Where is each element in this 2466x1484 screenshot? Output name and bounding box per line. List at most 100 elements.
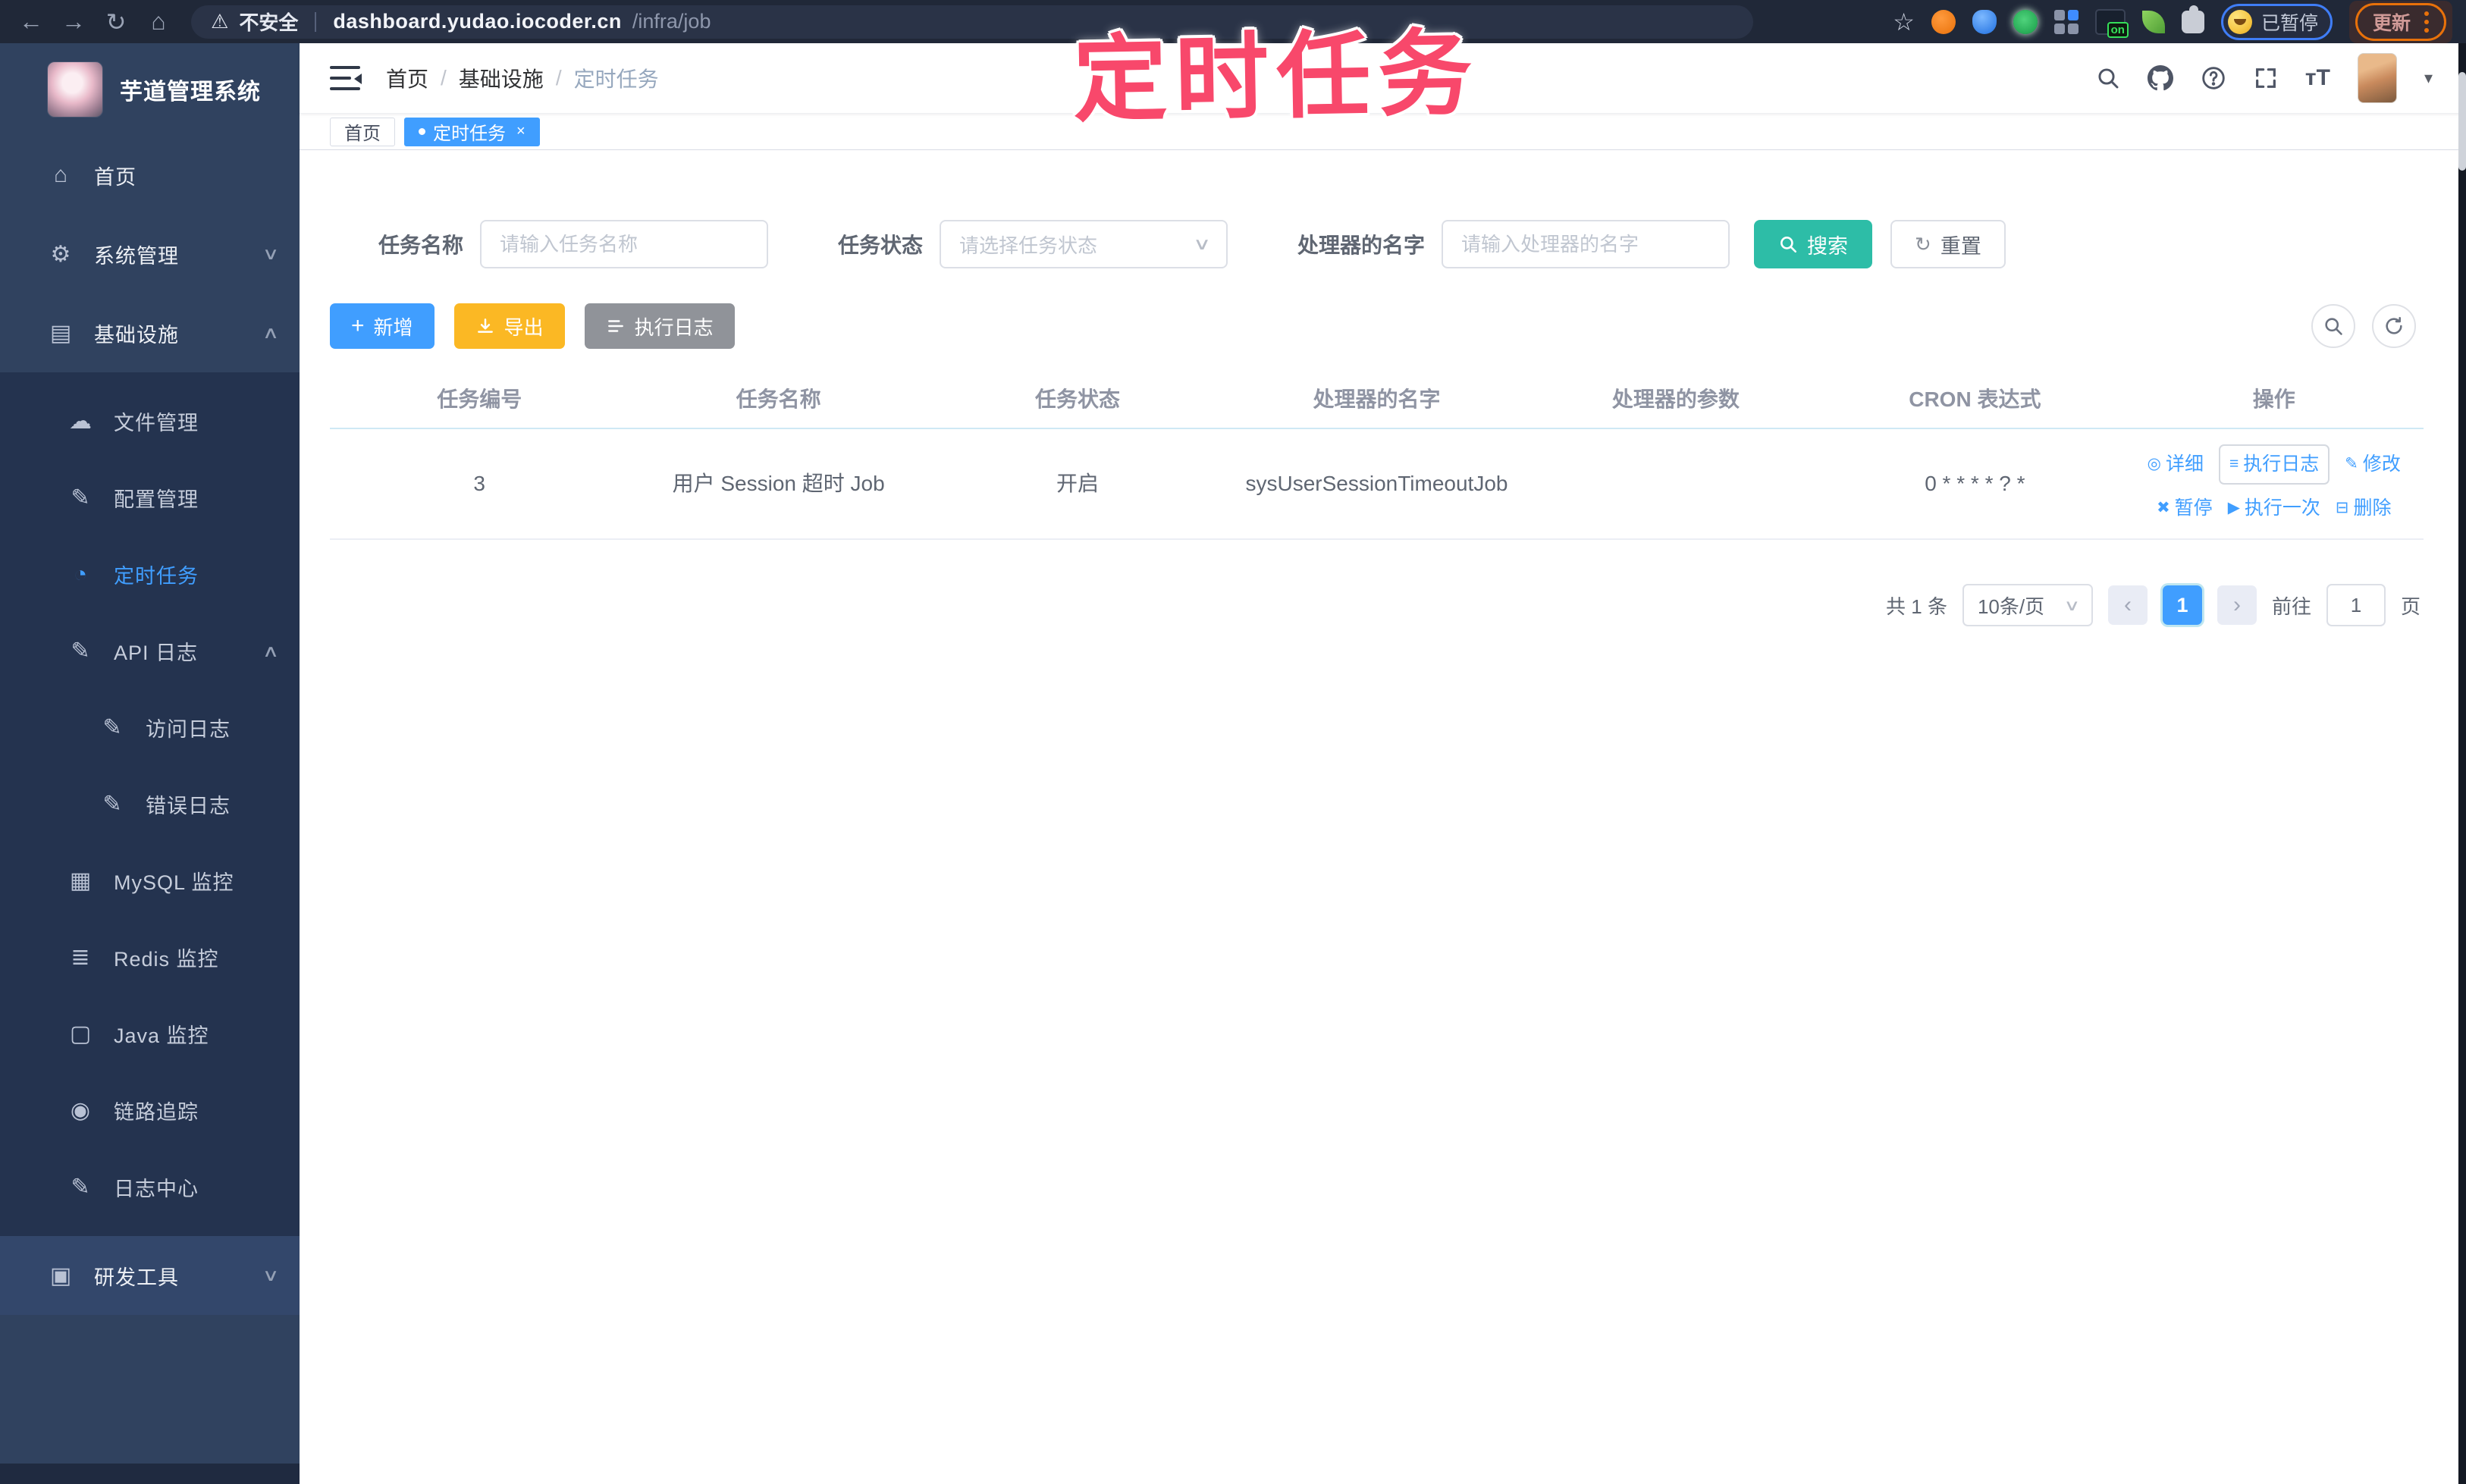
- search-button[interactable]: 搜索: [1754, 220, 1873, 268]
- column-header: 操作: [2252, 387, 2295, 411]
- sidebar-item-file-management[interactable]: ☁ 文件管理: [0, 383, 300, 460]
- prev-page-button[interactable]: ‹: [2107, 585, 2148, 625]
- fullscreen-icon[interactable]: [2254, 66, 2278, 90]
- github-icon[interactable]: [2147, 65, 2173, 91]
- bookmark-star-icon[interactable]: ☆: [1893, 8, 1915, 36]
- sidebar-item-config-management[interactable]: ✎ 配置管理: [0, 460, 300, 536]
- sidebar-item-label: 日志中心: [114, 1178, 199, 1200]
- browser-home-icon[interactable]: ⌂: [141, 5, 176, 39]
- page-size-select[interactable]: 10条/页 ∨: [1962, 584, 2093, 626]
- extension-blue-icon[interactable]: [1972, 9, 1997, 34]
- current-page-button[interactable]: 1: [2162, 585, 2202, 625]
- x-icon: ✖: [2157, 499, 2170, 517]
- breadcrumb-separator: /: [441, 66, 447, 89]
- pause-link[interactable]: ✖ 暂停: [2157, 494, 2213, 523]
- tag-scheduled-tasks[interactable]: 定时任务 ×: [404, 117, 540, 146]
- extension-leaf-icon[interactable]: [2141, 10, 2165, 33]
- sidebar-item-error-logs[interactable]: ✎ 错误日志: [0, 766, 300, 842]
- help-icon[interactable]: [2201, 65, 2226, 91]
- pagination-total: 共 1 条: [1886, 595, 1947, 618]
- plus-icon: +: [351, 313, 365, 338]
- task-name-input[interactable]: [480, 220, 769, 268]
- cell-handler-name: sysUserSessionTimeoutJob: [1245, 472, 1508, 496]
- security-label[interactable]: 不安全: [239, 8, 298, 36]
- task-name-label: 任务名称: [378, 234, 464, 257]
- profile-paused-chip[interactable]: 已暂停: [2220, 3, 2333, 40]
- sidebar-item-mysql-monitor[interactable]: ▦ MySQL 监控: [0, 842, 300, 919]
- window-scrollbar[interactable]: [2458, 43, 2466, 1484]
- user-avatar[interactable]: [2357, 53, 2397, 103]
- task-status-select[interactable]: 请选择任务状态 ∨: [940, 220, 1228, 268]
- sidebar-item-scheduled-tasks[interactable]: ◔ 定时任务: [0, 536, 300, 613]
- exec-log-button-label: 执行日志: [634, 315, 714, 339]
- sidebar-logo[interactable]: 芋道管理系统: [0, 43, 300, 136]
- browser-forward-icon[interactable]: →: [56, 5, 91, 39]
- browser-menu-kebab-icon[interactable]: [2424, 11, 2429, 33]
- sidebar-collapse-bar[interactable]: [0, 1464, 300, 1484]
- font-size-icon[interactable]: тT: [2305, 65, 2330, 91]
- detail-link[interactable]: ◎ 详细: [2148, 450, 2204, 479]
- search-icon[interactable]: [2096, 66, 2120, 90]
- run-once-link[interactable]: ▶ 执行一次: [2228, 494, 2320, 523]
- reset-button[interactable]: ↻ 重置: [1890, 220, 2006, 268]
- security-warning-icon[interactable]: ⚠: [211, 10, 228, 33]
- row-exec-log-link[interactable]: ≡ 执行日志: [2218, 444, 2330, 485]
- chevron-up-icon: ∧: [262, 641, 280, 660]
- tag-home[interactable]: 首页: [330, 117, 395, 146]
- extension-grid-icon[interactable]: [2053, 9, 2079, 34]
- gear-icon: ⚙: [50, 241, 71, 267]
- toggle-search-button[interactable]: [2311, 304, 2355, 348]
- breadcrumb-home[interactable]: 首页: [386, 63, 428, 93]
- update-label: 更新: [2372, 12, 2411, 34]
- extension-orange-icon[interactable]: [1931, 9, 1956, 34]
- refresh-icon: ↻: [1915, 232, 1931, 256]
- sidebar-item-label: 基础设施: [94, 323, 179, 347]
- avatar-caret-down-icon[interactable]: ▾: [2424, 68, 2433, 88]
- clock-icon: ◔: [73, 561, 88, 587]
- log-edit-icon: ✎: [102, 792, 122, 817]
- exec-log-button[interactable]: 执行日志: [584, 303, 735, 349]
- refresh-table-button[interactable]: [2372, 304, 2416, 348]
- handler-name-input[interactable]: [1442, 220, 1730, 268]
- sidebar-item-dev-tools[interactable]: ▣ 研发工具 ∨: [0, 1236, 300, 1315]
- sidebar-item-label: 定时任务: [114, 565, 199, 588]
- add-button[interactable]: + 新增: [330, 303, 435, 349]
- delete-link[interactable]: ⊟ 删除: [2336, 494, 2392, 523]
- tag-label: 首页: [344, 124, 381, 144]
- sidebar-item-java-monitor[interactable]: ▢ Java 监控: [0, 996, 300, 1072]
- sidebar-toggle-icon[interactable]: [330, 66, 362, 90]
- column-header: 任务编号: [437, 387, 522, 411]
- sidebar-item-system[interactable]: ⚙ 系统管理 ∨: [0, 215, 300, 293]
- browser-reload-icon[interactable]: ↻: [99, 5, 133, 39]
- sidebar-item-access-logs[interactable]: ✎ 访问日志: [0, 689, 300, 766]
- column-header: 处理器的名字: [1313, 387, 1441, 411]
- breadcrumb-section[interactable]: 基础设施: [459, 63, 544, 93]
- app-title: 芋道管理系统: [120, 80, 261, 105]
- goto-page-input[interactable]: [2326, 584, 2386, 626]
- table-tools: [2311, 304, 2424, 348]
- export-button[interactable]: 导出: [453, 303, 565, 349]
- edit-link[interactable]: ✎ 修改: [2345, 450, 2401, 479]
- eye-icon: ◉: [70, 1098, 91, 1123]
- sidebar-item-log-center[interactable]: ✎ 日志中心: [0, 1149, 300, 1225]
- sidebar-item-tracing[interactable]: ◉ 链路追踪: [0, 1072, 300, 1149]
- extensions-puzzle-icon[interactable]: [2181, 5, 2204, 33]
- address-bar[interactable]: ⚠ 不安全 dashboard.yudao.iocoder.cn /infra/…: [191, 5, 1753, 39]
- next-page-button[interactable]: ›: [2217, 585, 2257, 625]
- sidebar-item-redis-monitor[interactable]: ≣ Redis 监控: [0, 919, 300, 996]
- log-edit-icon: ✎: [71, 1175, 90, 1200]
- select-placeholder: 请选择任务状态: [959, 234, 1098, 257]
- sidebar-item-api-logs[interactable]: ✎ API 日志 ∧: [0, 613, 300, 689]
- sidebar-item-home[interactable]: ⌂ 首页: [0, 136, 300, 215]
- scrollbar-thumb[interactable]: [2458, 72, 2466, 171]
- sidebar-item-infra[interactable]: ▤ 基础设施 ∧: [0, 293, 300, 372]
- table-toolbar: + 新增 导出 执行日志: [330, 303, 2424, 349]
- task-status-label: 任务状态: [838, 234, 924, 257]
- browser-back-icon[interactable]: ←: [14, 5, 49, 39]
- update-button[interactable]: 更新: [2355, 2, 2446, 41]
- cell-task-name: 用户 Session 超时 Job: [672, 472, 885, 496]
- browser-toolbar: ← → ↻ ⌂ ⚠ 不安全 dashboard.yudao.iocoder.cn…: [0, 0, 2466, 43]
- extension-on-badge-icon[interactable]: on: [2094, 8, 2129, 38]
- tag-close-icon[interactable]: ×: [516, 123, 526, 140]
- extension-green-icon[interactable]: [2013, 9, 2038, 34]
